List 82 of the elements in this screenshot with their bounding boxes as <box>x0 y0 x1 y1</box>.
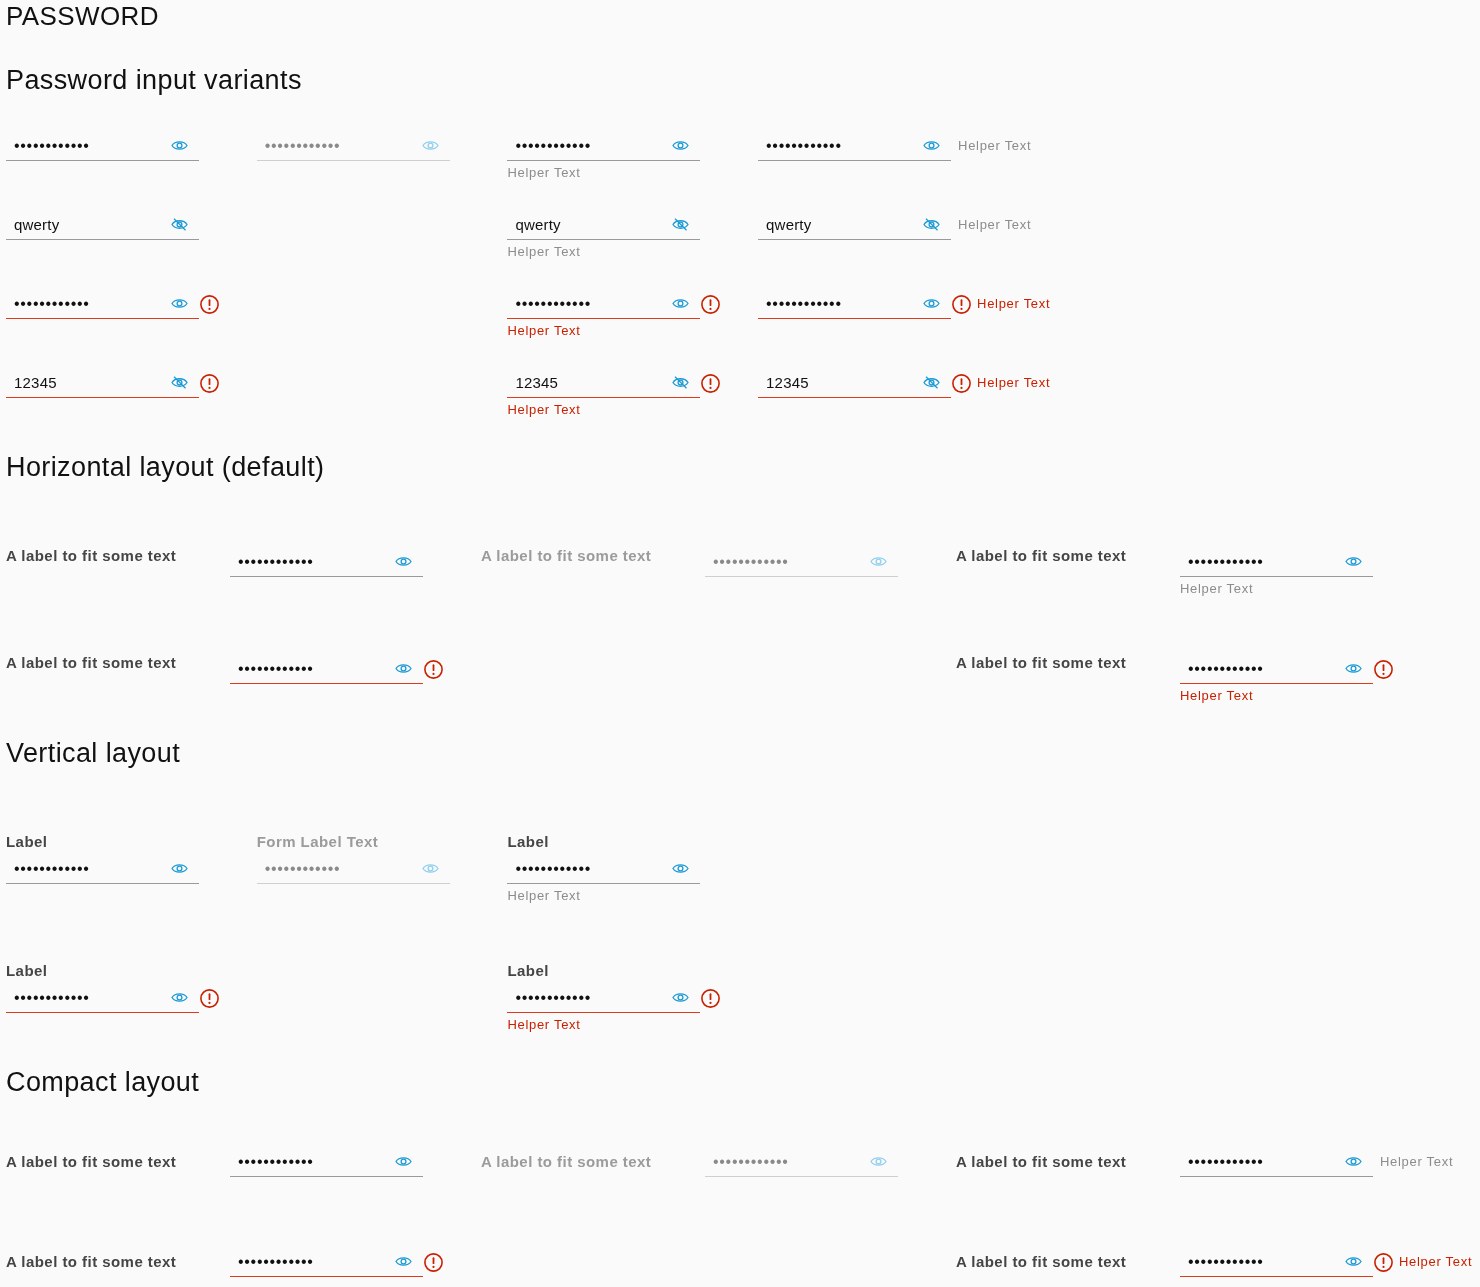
helper-text: Helper Text <box>1399 1254 1473 1270</box>
eye-icon[interactable] <box>171 140 188 151</box>
section-heading: Compact layout <box>6 1066 200 1098</box>
eye-icon[interactable] <box>923 298 941 309</box>
eye-slash-icon[interactable] <box>923 376 941 389</box>
eye-icon[interactable] <box>1345 1256 1362 1267</box>
password-field[interactable]: 12345 <box>507 368 701 398</box>
eye-slash-icon[interactable] <box>672 218 690 231</box>
eye-icon[interactable] <box>923 140 941 151</box>
eye-icon[interactable] <box>672 863 690 874</box>
password-field[interactable]: 12345 <box>758 368 952 398</box>
field-label: Label <box>6 833 48 851</box>
eye-icon[interactable] <box>171 992 188 1003</box>
eye-icon[interactable] <box>171 863 188 874</box>
field-label: A label to fit some text <box>6 1153 177 1171</box>
password-field[interactable]: qwerty <box>507 210 701 240</box>
eye-icon[interactable] <box>1345 1156 1362 1167</box>
password-field[interactable]: •••••••••••• <box>1180 1247 1373 1277</box>
password-field[interactable]: •••••••••••• <box>1180 547 1373 577</box>
password-field[interactable]: •••••••••••• <box>1180 654 1373 684</box>
field-label: Form Label Text <box>256 833 379 851</box>
field-label: A label to fit some text <box>6 654 177 672</box>
section-heading: Password input variants <box>6 64 302 96</box>
eye-icon[interactable] <box>395 556 412 567</box>
helper-text: Helper Text <box>958 138 1032 154</box>
field-label: A label to fit some text <box>481 1153 652 1171</box>
eye-icon[interactable] <box>1345 556 1362 567</box>
helper-text: Helper Text <box>958 217 1032 233</box>
helper-text: Helper Text <box>977 375 1051 391</box>
helper-text: Helper Text <box>507 402 581 418</box>
password-field[interactable]: •••••••••••• <box>230 1247 423 1277</box>
field-label: A label to fit some text <box>956 1253 1127 1271</box>
page-title: PASSWORD <box>6 0 159 32</box>
password-field[interactable]: qwerty <box>758 210 952 240</box>
helper-text: Helper Text <box>1180 581 1254 597</box>
helper-text: Helper Text <box>1380 1154 1454 1170</box>
field-label: A label to fit some text <box>956 654 1127 672</box>
helper-text: Helper Text <box>977 296 1051 312</box>
password-field[interactable]: •••••••••••• <box>230 547 423 577</box>
password-field[interactable]: •••••••••••• <box>6 983 199 1013</box>
field-label: Label <box>6 962 48 980</box>
eye-slash-icon[interactable] <box>672 376 690 389</box>
section-heading: Horizontal layout (default) <box>6 451 325 483</box>
password-field[interactable]: •••••••••••• <box>1180 1147 1373 1177</box>
eye-slash-icon[interactable] <box>171 376 188 389</box>
field-label: A label to fit some text <box>6 1253 177 1271</box>
password-field[interactable]: qwerty <box>6 210 199 240</box>
password-field[interactable]: •••••••••••• <box>6 854 199 884</box>
field-label: A label to fit some text <box>956 1153 1127 1171</box>
password-field[interactable]: •••••••••••• <box>507 854 701 884</box>
eye-icon[interactable] <box>1345 663 1362 674</box>
password-field[interactable]: •••••••••••• <box>758 289 952 319</box>
field-label: A label to fit some text <box>481 547 652 565</box>
eye-icon[interactable] <box>672 298 690 309</box>
field-label: A label to fit some text <box>6 547 177 565</box>
eye-icon[interactable] <box>395 1256 412 1267</box>
field-label: Label <box>507 833 549 851</box>
password-field[interactable]: 12345 <box>6 368 199 398</box>
eye-icon[interactable] <box>672 140 690 151</box>
helper-text: Helper Text <box>507 1017 581 1033</box>
eye-icon[interactable] <box>672 992 690 1003</box>
password-field[interactable]: •••••••••••• <box>507 983 701 1013</box>
helper-text: Helper Text <box>507 244 581 260</box>
field-label: Label <box>507 962 549 980</box>
eye-slash-icon[interactable] <box>171 218 188 231</box>
helper-text: Helper Text <box>507 165 581 181</box>
helper-text: Helper Text <box>1180 688 1254 704</box>
helper-text: Helper Text <box>507 323 581 339</box>
password-field[interactable]: •••••••••••• <box>6 289 199 319</box>
password-field[interactable]: •••••••••••• <box>230 654 423 684</box>
password-field[interactable]: •••••••••••• <box>6 131 199 161</box>
eye-icon[interactable] <box>171 298 188 309</box>
helper-text: Helper Text <box>507 888 581 904</box>
password-field[interactable]: •••••••••••• <box>507 131 701 161</box>
section-heading: Vertical layout <box>6 737 181 769</box>
field-label: A label to fit some text <box>956 547 1127 565</box>
eye-icon[interactable] <box>395 663 412 674</box>
password-field[interactable]: •••••••••••• <box>758 131 952 161</box>
password-field[interactable]: •••••••••••• <box>230 1147 423 1177</box>
eye-slash-icon[interactable] <box>923 218 941 231</box>
password-field[interactable]: •••••••••••• <box>507 289 701 319</box>
eye-icon[interactable] <box>395 1156 412 1167</box>
